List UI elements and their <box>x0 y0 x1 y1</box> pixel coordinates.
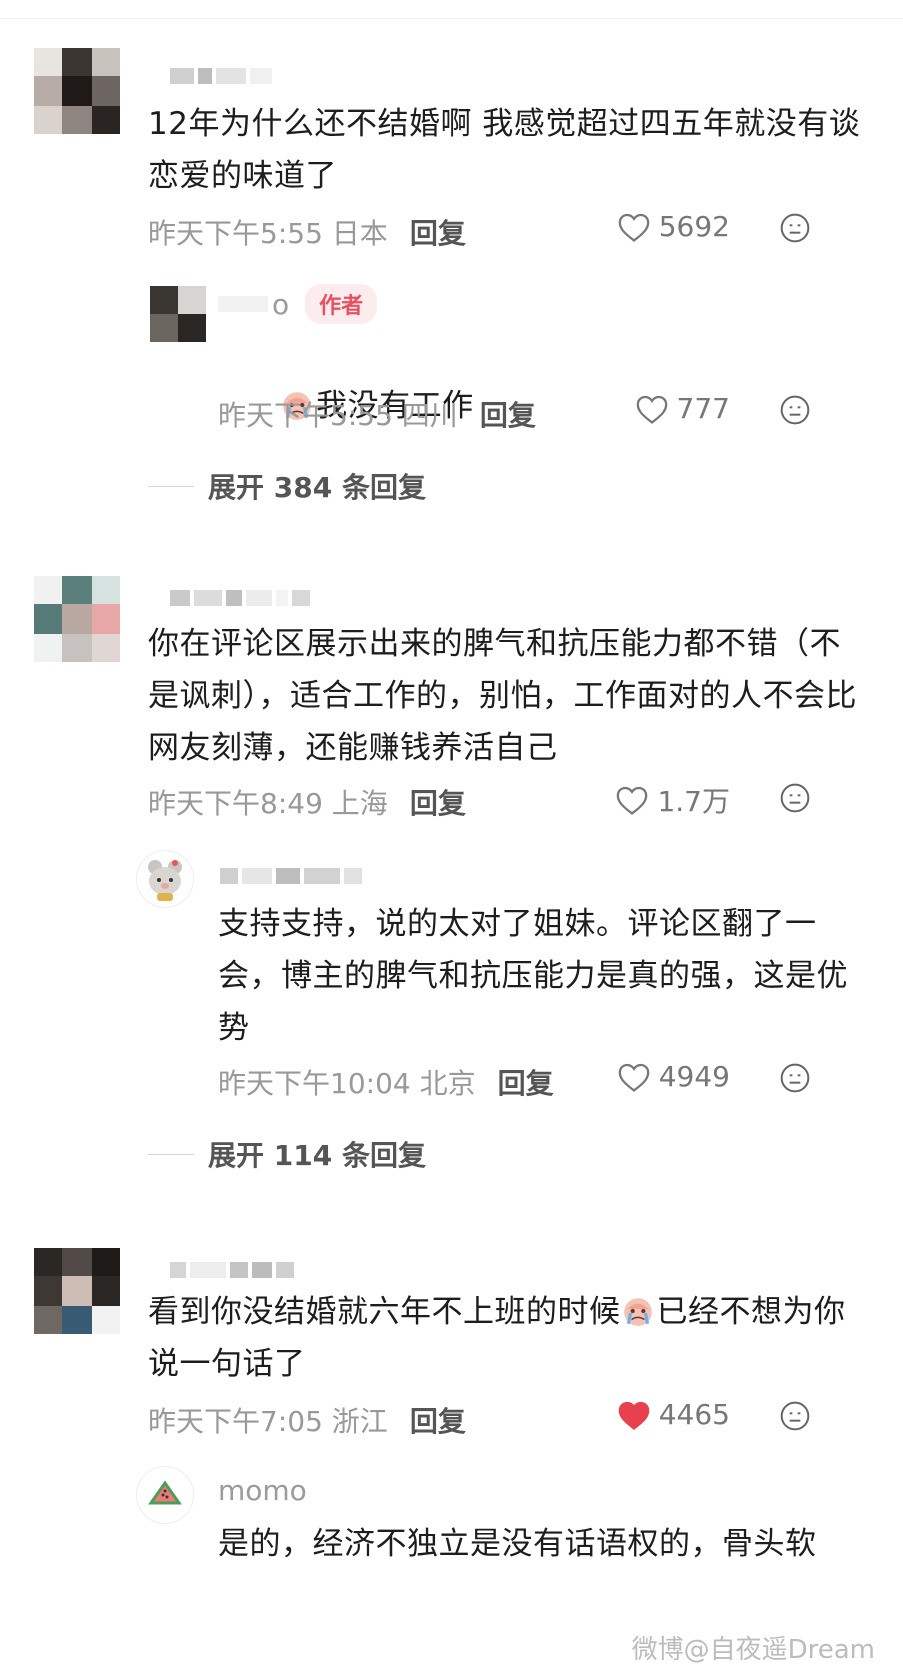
like-button[interactable]: 777 <box>635 392 730 425</box>
username-blurred[interactable] <box>170 1260 294 1280</box>
reply-meta: 昨天下午10:04 北京 回复 <box>218 1062 554 1102</box>
heart-outline-icon <box>618 213 650 242</box>
like-count: 777 <box>676 392 730 425</box>
watermark: 微博@自夜遥Dream <box>631 1635 875 1665</box>
comment-text: 12年为什么还不结婚啊 我感觉超过四五年就没有谈恋爱的味道了 <box>148 106 861 194</box>
crying-emoji-icon <box>623 1298 652 1326</box>
dislike-face-icon[interactable] <box>779 394 811 426</box>
watermelon-icon <box>148 1480 182 1505</box>
top-divider <box>0 18 903 19</box>
expand-divider <box>148 1153 194 1155</box>
comment-meta: 昨天下午5:55 日本 回复 <box>148 212 466 252</box>
location: 北京 <box>419 1067 476 1100</box>
timestamp: 昨天下午5:55 <box>218 399 393 432</box>
watermelon-avatar[interactable] <box>136 1466 194 1524</box>
heart-outline-icon <box>636 395 667 424</box>
reply-username[interactable]: o 作者 <box>218 284 378 324</box>
heart-filled-icon <box>618 1401 650 1430</box>
dislike-face-icon[interactable] <box>779 1400 811 1432</box>
location: 四川 <box>401 399 458 432</box>
like-count: 4949 <box>658 1060 730 1093</box>
timestamp: 昨天下午5:55 <box>148 217 323 250</box>
username-blurred[interactable] <box>170 66 272 86</box>
reply-meta: 昨天下午5:55 四川 回复 <box>218 394 536 434</box>
timestamp: 昨天下午8:49 <box>148 787 323 820</box>
avatar[interactable] <box>34 48 120 134</box>
like-button[interactable]: 5692 <box>617 210 730 243</box>
reply-button[interactable]: 回复 <box>498 1062 554 1102</box>
reply-text: 是的，经济不独立是没有话语权的，骨头软 <box>218 1526 817 1562</box>
location: 浙江 <box>331 1405 388 1438</box>
author-badge: 作者 <box>305 284 378 324</box>
dislike-face-icon[interactable] <box>779 212 811 244</box>
expand-label: 展开 384 条回复 <box>208 471 426 504</box>
username-blurred[interactable] <box>220 866 362 886</box>
location: 日本 <box>331 217 388 250</box>
avatar[interactable] <box>34 1248 120 1334</box>
username-suffix: o <box>272 287 290 321</box>
expand-label: 展开 114 条回复 <box>208 1139 426 1172</box>
timestamp: 昨天下午10:04 <box>218 1067 411 1100</box>
like-button[interactable]: 1.7万 <box>615 780 730 820</box>
expand-divider <box>148 485 194 487</box>
reply-avatar[interactable] <box>150 286 206 342</box>
reply-button[interactable]: 回复 <box>410 212 466 252</box>
dislike-face-icon[interactable] <box>779 1062 811 1094</box>
reply-button[interactable]: 回复 <box>480 394 536 434</box>
like-button[interactable]: 4949 <box>617 1060 730 1093</box>
like-count: 4465 <box>658 1398 730 1431</box>
reply-button[interactable]: 回复 <box>410 782 466 822</box>
avatar[interactable] <box>34 576 120 662</box>
username-blurred[interactable] <box>170 588 310 608</box>
dislike-face-icon[interactable] <box>779 782 811 814</box>
heart-outline-icon <box>618 1063 650 1092</box>
reply-button[interactable]: 回复 <box>410 1400 466 1440</box>
bear-icon <box>148 860 182 901</box>
comment-meta: 昨天下午7:05 浙江 回复 <box>148 1400 466 1440</box>
bear-sticker-avatar[interactable] <box>136 850 194 908</box>
comment-meta: 昨天下午8:49 上海 回复 <box>148 782 466 822</box>
like-count: 1.7万 <box>657 785 730 818</box>
comment-text-part-1: 看到你没结婚就六年不上班的时候 <box>148 1294 621 1330</box>
timestamp: 昨天下午7:05 <box>148 1405 323 1438</box>
location: 上海 <box>331 787 388 820</box>
reply-username[interactable]: momo <box>218 1474 307 1507</box>
comment-text: 你在评论区展示出来的脾气和抗压能力都不错（不是讽刺），适合工作的，别怕，工作面对… <box>148 626 857 766</box>
expand-replies-button[interactable]: 展开 384 条回复 <box>148 466 426 506</box>
heart-outline-icon <box>617 786 648 815</box>
reply-text: 支持支持，说的太对了姐妹。评论区翻了一会，博主的脾气和抗压能力是真的强，这是优势 <box>218 906 848 1046</box>
like-count: 5692 <box>658 210 730 243</box>
expand-replies-button[interactable]: 展开 114 条回复 <box>148 1134 426 1174</box>
comment-text: 看到你没结婚就六年不上班的时候 已经不想为你说一句话了 <box>148 1286 868 1390</box>
like-button[interactable]: 4465 <box>617 1398 730 1431</box>
